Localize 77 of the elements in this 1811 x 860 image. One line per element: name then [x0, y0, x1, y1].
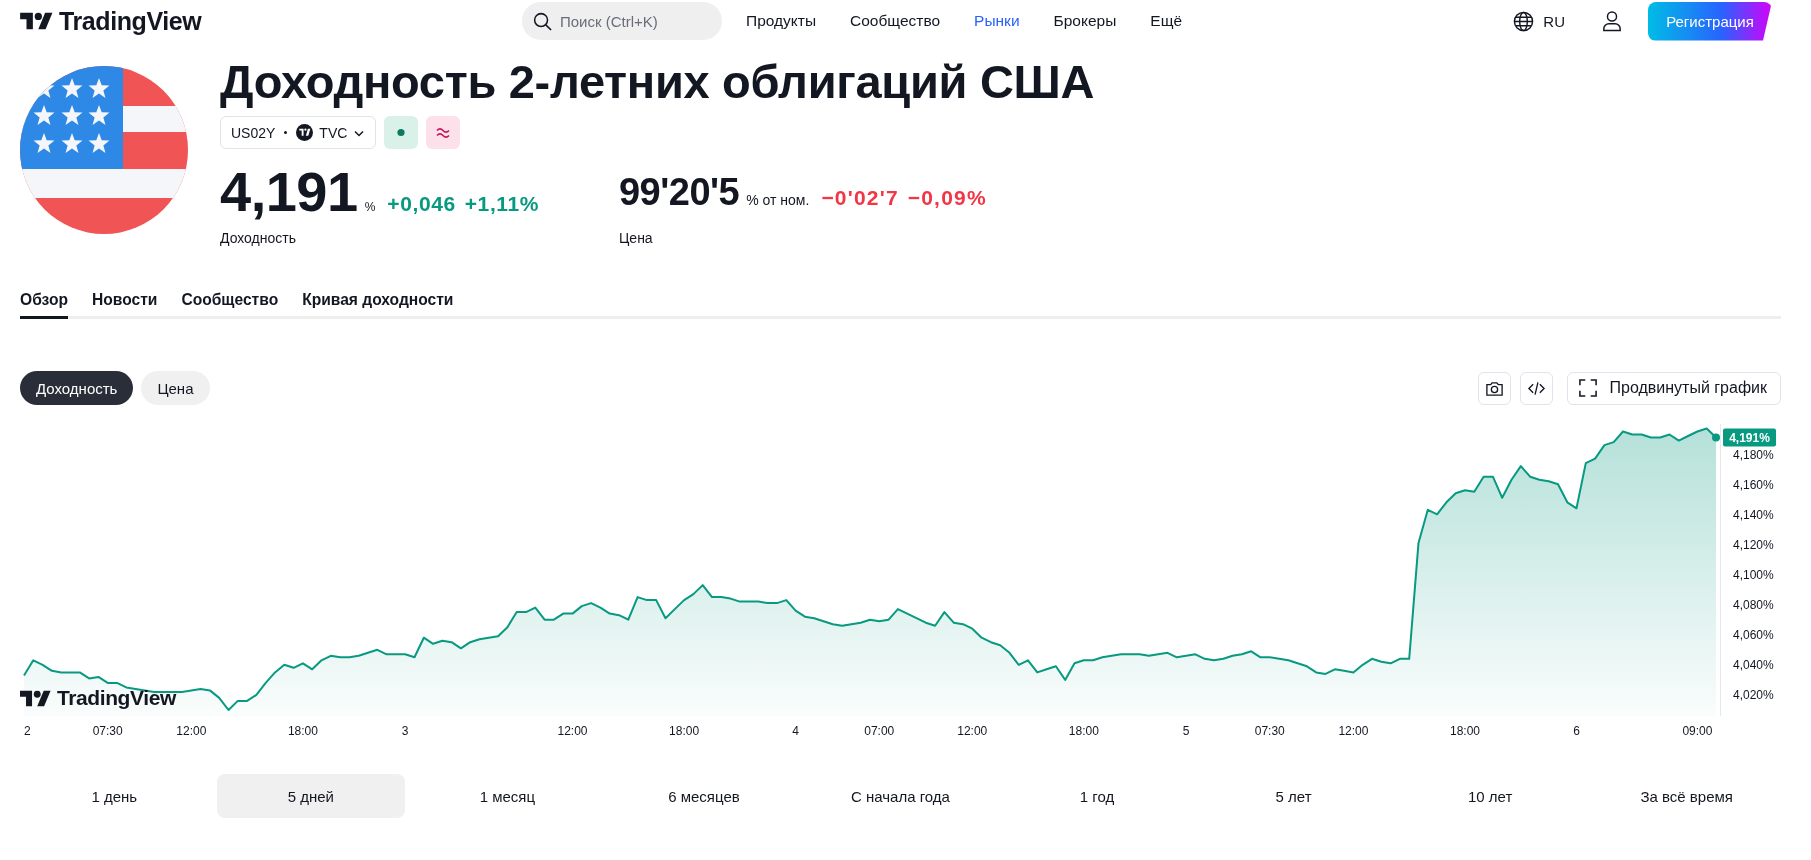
fullscreen-icon [1578, 379, 1597, 397]
x-axis-label: 12:00 [176, 724, 207, 738]
x-axis-label: 5 [1182, 724, 1190, 738]
y-axis-label: 4,120% [1733, 537, 1774, 552]
range-button[interactable]: 6 месяцев [609, 774, 799, 818]
range-button[interactable]: 5 дней [216, 774, 406, 818]
x-axis-label: 07:30 [92, 724, 123, 738]
quote-change-percent: +1,11% [464, 192, 539, 216]
user-icon[interactable] [1602, 10, 1622, 32]
y-axis-label: 4,040% [1733, 658, 1774, 673]
range-button[interactable]: 5 лет [1199, 774, 1388, 818]
chart-logo-icon[interactable] [20, 688, 51, 708]
last-point-marker [1712, 433, 1720, 442]
nav-link[interactable]: Сообщество [850, 12, 941, 30]
x-axis-label: 09:00 [1682, 724, 1713, 738]
signup-button[interactable]: Регистрация [1648, 1, 1772, 41]
globe-icon [1513, 10, 1535, 32]
x-axis-label: 12:00 [957, 724, 988, 738]
embed-button[interactable] [1519, 371, 1553, 405]
x-axis-label: 12:00 [1338, 724, 1369, 738]
quote-unit: % [364, 200, 376, 214]
x-axis-label: 2 [24, 724, 31, 738]
quote-unit: % от ном. [746, 192, 810, 208]
x-axis-label: 4 [792, 724, 799, 738]
quote-change: −0'02'7 [821, 186, 899, 210]
page-title: Доходность 2-летних облигаций США [220, 54, 1095, 110]
range-button[interactable]: 1 день [20, 774, 209, 818]
x-axis-label: 18:00 [1068, 724, 1099, 738]
nav-link[interactable]: Рынки [974, 12, 1020, 30]
language-button[interactable]: RU [1513, 10, 1565, 32]
y-axis-label: 4,160% [1733, 477, 1774, 492]
logo-text[interactable]: TradingView [59, 6, 202, 36]
y-axis-label: 4,080% [1733, 598, 1774, 613]
quote-change: +0,046 [387, 192, 456, 216]
advanced-chart-button[interactable]: Продвинутый график [1566, 371, 1781, 405]
search-field[interactable]: Поиск (Ctrl+K) [522, 2, 722, 40]
tab[interactable]: Сообщество [181, 290, 279, 319]
tab[interactable]: Кривая доходности [302, 290, 454, 319]
y-axis-label: 4,180% [1733, 447, 1774, 462]
range-button[interactable]: 1 год [1002, 774, 1192, 818]
tab[interactable]: Обзор [20, 290, 68, 319]
snapshot-button[interactable] [1477, 371, 1511, 405]
y-axis-label: 4,020% [1733, 688, 1774, 703]
approx-icon[interactable] [426, 116, 461, 149]
x-axis-label: 07:00 [864, 724, 895, 738]
range-button[interactable]: С начала года [806, 774, 995, 818]
logo-icon[interactable] [20, 11, 53, 31]
exchange-logo-icon [296, 124, 314, 141]
range-button[interactable]: 10 лет [1395, 774, 1585, 818]
nav-link[interactable]: Брокеры [1053, 12, 1117, 30]
x-axis-label: 07:30 [1254, 724, 1285, 738]
quote-value: 4,191 [220, 162, 358, 222]
mode-toggle[interactable]: Доходность [20, 371, 134, 405]
tab[interactable]: Новости [92, 290, 158, 319]
x-axis-label: 12:00 [557, 724, 588, 738]
dot-icon [284, 131, 288, 134]
price-badge: 4,191% [1723, 428, 1776, 447]
y-axis-label: 4,100% [1733, 568, 1774, 582]
x-axis-label: 18:00 [1449, 724, 1480, 738]
range-button[interactable]: 1 месяц [413, 774, 602, 818]
nav-link[interactable]: Продукты [746, 12, 817, 30]
search-icon [533, 11, 552, 31]
symbol-chip[interactable]: US02Y TVC [220, 116, 377, 149]
range-button[interactable]: За всё время [1592, 774, 1781, 818]
x-axis-label: 18:00 [669, 724, 700, 738]
nav-link[interactable]: Ещё [1150, 12, 1183, 30]
quote-label: Цена [619, 229, 654, 247]
x-axis-label: 3 [401, 724, 409, 738]
quote-value: 99'20'5 [619, 170, 740, 215]
quote-change-percent: −0,09% [907, 186, 987, 210]
y-axis-label: 4,140% [1733, 507, 1774, 522]
x-axis-label: 6 [1573, 724, 1580, 738]
y-axis-label: 4,060% [1733, 628, 1774, 643]
x-axis-label: 18:00 [287, 724, 318, 738]
chart-logo-text[interactable]: TradingView [57, 686, 176, 710]
quote-label: Доходность [220, 229, 297, 247]
mode-toggle[interactable]: Цена [141, 371, 210, 405]
